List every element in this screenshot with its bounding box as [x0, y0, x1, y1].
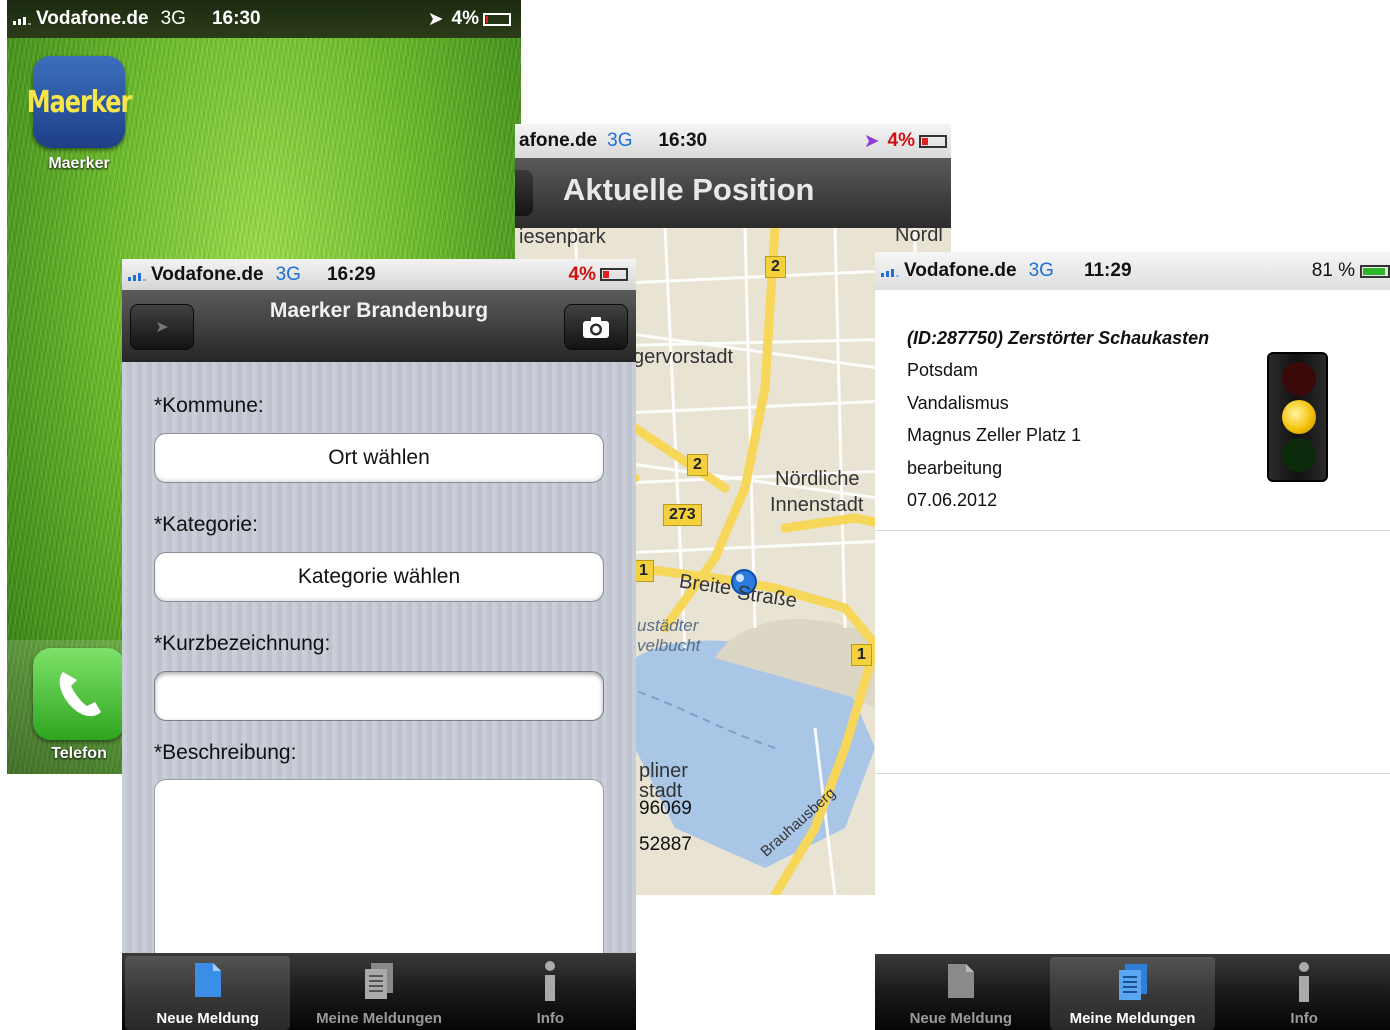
- network-type: 3G: [607, 130, 633, 151]
- camera-icon: [583, 317, 609, 338]
- carrier: Vodafone.de: [151, 263, 264, 285]
- clock: 16:29: [326, 263, 376, 285]
- new-document-icon: [194, 963, 221, 997]
- signal-icon: [128, 269, 146, 281]
- road-shield: 2: [687, 454, 708, 476]
- kategorie-label: *Kategorie:: [154, 513, 258, 536]
- status-bar: Vodafone.de 3G 11:29 81 %: [875, 252, 1390, 290]
- map-label-innenstadt: Innenstadt: [770, 494, 864, 516]
- tab-label: Info: [1290, 1010, 1318, 1027]
- map-label-havelbucht: velbucht: [637, 636, 701, 655]
- documents-icon: [1118, 964, 1147, 1000]
- tab-label: Info: [536, 1010, 565, 1027]
- network-type: 3G: [275, 263, 301, 285]
- map-label-noerdliche: Nördliche: [775, 468, 860, 490]
- network-type: 3G: [160, 8, 186, 29]
- report-address: Magnus Zeller Platz 1: [907, 425, 1082, 445]
- green-lamp: [1282, 438, 1316, 472]
- clock: 11:29: [1083, 260, 1132, 281]
- road-shield: 273: [663, 504, 702, 526]
- carrier: Vodafone.de: [904, 260, 1017, 281]
- tab-neue-meldung[interactable]: Neue Meldung: [122, 953, 293, 1030]
- traffic-light-icon: [1267, 352, 1328, 482]
- battery-icon: [1360, 264, 1390, 278]
- map-label-neustaedter: ustädter: [637, 616, 699, 635]
- battery-icon: [919, 134, 947, 148]
- battery-percent: 4%: [568, 263, 596, 285]
- divider: [875, 530, 1390, 531]
- report-status: bearbeitung: [907, 458, 1003, 478]
- tab-label: Meine Meldungen: [1069, 1010, 1196, 1027]
- status-bar: Vodafone.de 3G 16:30 ➤ 4%: [7, 0, 521, 38]
- tab-meine-meldungen[interactable]: Meine Meldungen: [293, 953, 464, 1030]
- info-icon: [545, 961, 556, 1001]
- kategorie-select-button[interactable]: Kategorie wählen: [154, 552, 604, 602]
- new-report-screen: Vodafone.de 3G 16:29 4% Maerker Brandenb…: [122, 259, 636, 1030]
- report-title: (ID:287750) Zerstörter Schaukasten: [907, 328, 1210, 348]
- back-button[interactable]: [515, 170, 533, 216]
- coordinate-readout-2: 52887: [639, 834, 692, 855]
- status-bar: afone.de 3G 16:30 ➤ 4%: [515, 124, 951, 158]
- tab-label: Neue Meldung: [156, 1010, 259, 1027]
- navigation-bar: Maerker Brandenburg ➤: [122, 290, 636, 362]
- beschreibung-label: *Beschreibung:: [154, 741, 297, 764]
- clock: 16:30: [211, 8, 261, 29]
- clock: 16:30: [658, 130, 708, 151]
- battery-percent: 4%: [451, 8, 479, 29]
- divider: [875, 773, 1390, 774]
- signal-icon: [13, 13, 31, 25]
- kommune-label: *Kommune:: [154, 394, 264, 417]
- documents-icon: [364, 963, 393, 999]
- locate-button[interactable]: ➤: [130, 304, 194, 350]
- maerker-app-label: Maerker: [48, 155, 110, 172]
- battery-icon: [600, 268, 628, 281]
- network-type: 3G: [1028, 260, 1054, 281]
- new-document-icon: [947, 964, 974, 998]
- tab-meine-meldungen[interactable]: Meine Meldungen: [1047, 954, 1219, 1030]
- tab-neue-meldung[interactable]: Neue Meldung: [875, 954, 1047, 1030]
- tab-bar: Neue Meldung Meine Meldungen Info: [875, 954, 1390, 1030]
- tab-label: Meine Meldungen: [316, 1010, 442, 1027]
- map-label-vorstadt: gervorstadt: [633, 346, 734, 368]
- signal-icon: [881, 265, 899, 277]
- road-shield: 1: [633, 560, 654, 582]
- status-bar: Vodafone.de 3G 16:29 4%: [122, 259, 636, 290]
- carrier: afone.de: [519, 130, 598, 151]
- phone-icon[interactable]: [33, 648, 125, 740]
- report-category: Vandalismus: [907, 393, 1009, 413]
- page-title: Aktuelle Position: [563, 172, 815, 207]
- report-detail-screen: Vodafone.de 3G 11:29 81 % (ID:287750) Ze…: [875, 252, 1390, 1030]
- info-icon: [1299, 962, 1310, 1002]
- camera-button[interactable]: [564, 304, 628, 350]
- carrier: Vodafone.de: [36, 8, 149, 29]
- battery-icon: [483, 12, 511, 26]
- report-date: 07.06.2012: [907, 490, 998, 510]
- road-shield: 2: [765, 256, 786, 278]
- location-arrow-icon: ➤: [155, 319, 169, 336]
- location-arrow-icon: ➤: [427, 8, 444, 30]
- red-lamp: [1282, 362, 1316, 396]
- map-label-wiesenpark: iesenpark: [519, 226, 606, 248]
- page-title: Maerker Brandenburg: [269, 299, 489, 322]
- battery-percent: 4%: [887, 130, 915, 151]
- tab-bar: Neue Meldung Meine Meldungen Info: [122, 953, 636, 1030]
- kurzbezeichnung-label: *Kurzbezeichnung:: [154, 632, 331, 655]
- navigation-bar: Aktuelle Position: [515, 158, 951, 228]
- tab-label: Neue Meldung: [909, 1010, 1013, 1027]
- battery-percent: 81 %: [1311, 260, 1355, 281]
- beschreibung-textarea[interactable]: [154, 779, 604, 979]
- yellow-lamp: [1282, 400, 1316, 434]
- kommune-select-button[interactable]: Ort wählen: [154, 433, 604, 483]
- location-arrow-icon: ➤: [863, 130, 880, 152]
- coordinate-readout-1: 96069: [639, 798, 692, 819]
- tab-info[interactable]: Info: [465, 953, 636, 1030]
- road-shield: 1: [851, 644, 872, 666]
- kurzbezeichnung-input[interactable]: [154, 671, 604, 721]
- maerker-app-icon[interactable]: Maerker: [27, 56, 132, 148]
- report-city: Potsdam: [907, 360, 979, 380]
- tab-info[interactable]: Info: [1218, 954, 1390, 1030]
- phone-app-label: Telefon: [51, 745, 107, 762]
